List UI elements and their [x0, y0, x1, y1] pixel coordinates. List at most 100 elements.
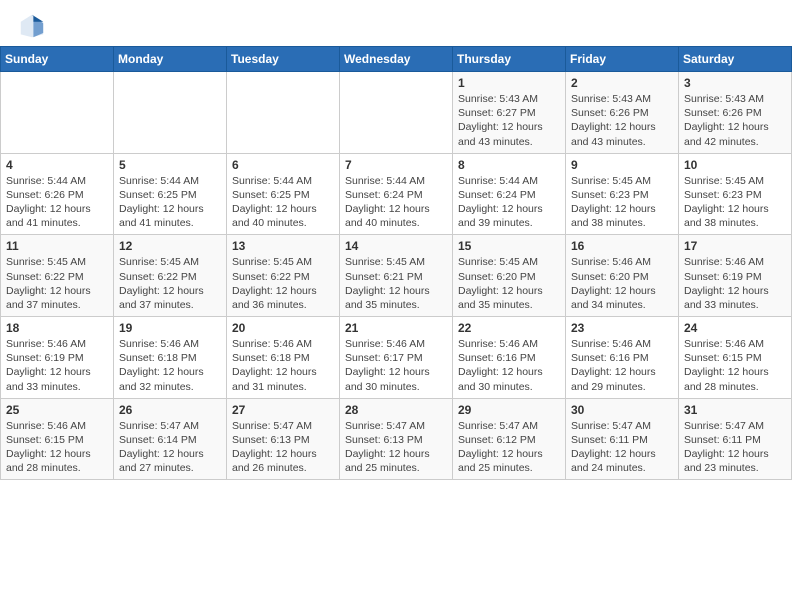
cell-date-number: 7	[345, 158, 447, 172]
page-header	[0, 0, 792, 46]
cell-daylight-info: Sunrise: 5:46 AM Sunset: 6:19 PM Dayligh…	[6, 337, 108, 394]
cell-daylight-info: Sunrise: 5:47 AM Sunset: 6:13 PM Dayligh…	[345, 419, 447, 476]
calendar-cell: 12Sunrise: 5:45 AM Sunset: 6:22 PM Dayli…	[114, 235, 227, 317]
cell-date-number: 29	[458, 403, 560, 417]
calendar-cell: 6 Sunrise: 5:44 AM Sunset: 6:25 PM Daylig…	[227, 153, 340, 235]
cell-date-number: 11	[6, 239, 108, 253]
day-header-wednesday: Wednesday	[340, 47, 453, 72]
calendar-cell: 3 Sunrise: 5:43 AM Sunset: 6:26 PM Daylig…	[679, 72, 792, 154]
cell-date-number: 2	[571, 76, 673, 90]
cell-date-number: 5	[119, 158, 221, 172]
calendar-cell: 15 Sunrise: 5:45 AM Sunset: 6:20 PM Dayli…	[453, 235, 566, 317]
cell-date-number: 3	[684, 76, 786, 90]
cell-date-number: 6	[232, 158, 334, 172]
day-header-thursday: Thursday	[453, 47, 566, 72]
logo-icon	[18, 12, 46, 40]
calendar-cell: 17Sunrise: 5:46 AM Sunset: 6:19 PM Dayli…	[679, 235, 792, 317]
cell-daylight-info: Sunrise: 5:45 AM Sunset: 6:21 PM Dayligh…	[345, 255, 447, 312]
calendar-cell	[227, 72, 340, 154]
cell-daylight-info: Sunrise: 5:43 AM Sunset: 6:26 PM Dayligh…	[684, 92, 786, 149]
cell-date-number: 27	[232, 403, 334, 417]
cell-date-number: 31	[684, 403, 786, 417]
cell-daylight-info: Sunrise: 5:46 AM Sunset: 6:18 PM Dayligh…	[119, 337, 221, 394]
cell-daylight-info: Sunrise: 5:46 AM Sunset: 6:15 PM Dayligh…	[684, 337, 786, 394]
calendar-cell: 26Sunrise: 5:47 AM Sunset: 6:14 PM Dayli…	[114, 398, 227, 480]
cell-date-number: 10	[684, 158, 786, 172]
calendar-cell: 8 Sunrise: 5:44 AM Sunset: 6:24 PM Daylig…	[453, 153, 566, 235]
calendar-week-4: 18 Sunrise: 5:46 AM Sunset: 6:19 PM Dayli…	[1, 317, 792, 399]
calendar-cell: 16Sunrise: 5:46 AM Sunset: 6:20 PM Dayli…	[566, 235, 679, 317]
day-header-saturday: Saturday	[679, 47, 792, 72]
cell-daylight-info: Sunrise: 5:46 AM Sunset: 6:18 PM Dayligh…	[232, 337, 334, 394]
calendar-cell: 11 Sunrise: 5:45 AM Sunset: 6:22 PM Dayli…	[1, 235, 114, 317]
calendar-cell	[340, 72, 453, 154]
cell-daylight-info: Sunrise: 5:45 AM Sunset: 6:23 PM Dayligh…	[684, 174, 786, 231]
calendar-cell: 28 Sunrise: 5:47 AM Sunset: 6:13 PM Dayli…	[340, 398, 453, 480]
calendar-table: SundayMondayTuesdayWednesdayThursdayFrid…	[0, 46, 792, 480]
cell-daylight-info: Sunrise: 5:45 AM Sunset: 6:22 PM Dayligh…	[232, 255, 334, 312]
cell-daylight-info: Sunrise: 5:44 AM Sunset: 6:24 PM Dayligh…	[458, 174, 560, 231]
calendar-cell: 9 Sunrise: 5:45 AM Sunset: 6:23 PM Daylig…	[566, 153, 679, 235]
calendar-cell: 30 Sunrise: 5:47 AM Sunset: 6:11 PM Dayli…	[566, 398, 679, 480]
cell-daylight-info: Sunrise: 5:47 AM Sunset: 6:12 PM Dayligh…	[458, 419, 560, 476]
cell-date-number: 24	[684, 321, 786, 335]
calendar-cell: 14Sunrise: 5:45 AM Sunset: 6:21 PM Dayli…	[340, 235, 453, 317]
cell-daylight-info: Sunrise: 5:46 AM Sunset: 6:15 PM Dayligh…	[6, 419, 108, 476]
calendar-cell: 7 Sunrise: 5:44 AM Sunset: 6:24 PM Daylig…	[340, 153, 453, 235]
cell-date-number: 25	[6, 403, 108, 417]
day-header-friday: Friday	[566, 47, 679, 72]
cell-date-number: 28	[345, 403, 447, 417]
logo	[18, 12, 50, 40]
cell-date-number: 1	[458, 76, 560, 90]
cell-date-number: 4	[6, 158, 108, 172]
cell-date-number: 21	[345, 321, 447, 335]
calendar-cell: 5 Sunrise: 5:44 AM Sunset: 6:25 PM Daylig…	[114, 153, 227, 235]
calendar-cell: 22 Sunrise: 5:46 AM Sunset: 6:16 PM Dayli…	[453, 317, 566, 399]
calendar-cell: 2Sunrise: 5:43 AM Sunset: 6:26 PM Daylig…	[566, 72, 679, 154]
cell-daylight-info: Sunrise: 5:44 AM Sunset: 6:25 PM Dayligh…	[119, 174, 221, 231]
calendar-cell: 1Sunrise: 5:43 AM Sunset: 6:27 PM Daylig…	[453, 72, 566, 154]
calendar-week-2: 4Sunrise: 5:44 AM Sunset: 6:26 PM Daylig…	[1, 153, 792, 235]
cell-date-number: 26	[119, 403, 221, 417]
calendar-header: SundayMondayTuesdayWednesdayThursdayFrid…	[1, 47, 792, 72]
cell-daylight-info: Sunrise: 5:45 AM Sunset: 6:20 PM Dayligh…	[458, 255, 560, 312]
day-header-sunday: Sunday	[1, 47, 114, 72]
cell-date-number: 15	[458, 239, 560, 253]
cell-daylight-info: Sunrise: 5:47 AM Sunset: 6:11 PM Dayligh…	[571, 419, 673, 476]
calendar-cell: 25 Sunrise: 5:46 AM Sunset: 6:15 PM Dayli…	[1, 398, 114, 480]
cell-date-number: 30	[571, 403, 673, 417]
cell-date-number: 18	[6, 321, 108, 335]
day-headers-row: SundayMondayTuesdayWednesdayThursdayFrid…	[1, 47, 792, 72]
calendar-cell: 19 Sunrise: 5:46 AM Sunset: 6:18 PM Dayli…	[114, 317, 227, 399]
calendar-cell: 23Sunrise: 5:46 AM Sunset: 6:16 PM Dayli…	[566, 317, 679, 399]
calendar-cell	[1, 72, 114, 154]
day-header-monday: Monday	[114, 47, 227, 72]
calendar-cell: 13 Sunrise: 5:45 AM Sunset: 6:22 PM Dayli…	[227, 235, 340, 317]
calendar-cell: 31 Sunrise: 5:47 AM Sunset: 6:11 PM Dayli…	[679, 398, 792, 480]
calendar-cell: 10 Sunrise: 5:45 AM Sunset: 6:23 PM Dayli…	[679, 153, 792, 235]
cell-date-number: 9	[571, 158, 673, 172]
calendar-cell: 18 Sunrise: 5:46 AM Sunset: 6:19 PM Dayli…	[1, 317, 114, 399]
cell-daylight-info: Sunrise: 5:44 AM Sunset: 6:24 PM Dayligh…	[345, 174, 447, 231]
cell-daylight-info: Sunrise: 5:45 AM Sunset: 6:23 PM Dayligh…	[571, 174, 673, 231]
day-header-tuesday: Tuesday	[227, 47, 340, 72]
cell-date-number: 13	[232, 239, 334, 253]
cell-daylight-info: Sunrise: 5:46 AM Sunset: 6:19 PM Dayligh…	[684, 255, 786, 312]
cell-daylight-info: Sunrise: 5:47 AM Sunset: 6:11 PM Dayligh…	[684, 419, 786, 476]
cell-date-number: 8	[458, 158, 560, 172]
cell-date-number: 19	[119, 321, 221, 335]
cell-date-number: 16	[571, 239, 673, 253]
cell-daylight-info: Sunrise: 5:47 AM Sunset: 6:13 PM Dayligh…	[232, 419, 334, 476]
calendar-cell: 29 Sunrise: 5:47 AM Sunset: 6:12 PM Dayli…	[453, 398, 566, 480]
calendar-cell: 4Sunrise: 5:44 AM Sunset: 6:26 PM Daylig…	[1, 153, 114, 235]
calendar-cell: 24 Sunrise: 5:46 AM Sunset: 6:15 PM Dayli…	[679, 317, 792, 399]
cell-daylight-info: Sunrise: 5:46 AM Sunset: 6:16 PM Dayligh…	[458, 337, 560, 394]
cell-daylight-info: Sunrise: 5:44 AM Sunset: 6:25 PM Dayligh…	[232, 174, 334, 231]
calendar-cell: 27 Sunrise: 5:47 AM Sunset: 6:13 PM Dayli…	[227, 398, 340, 480]
calendar-cell: 21Sunrise: 5:46 AM Sunset: 6:17 PM Dayli…	[340, 317, 453, 399]
calendar-cell: 20 Sunrise: 5:46 AM Sunset: 6:18 PM Dayli…	[227, 317, 340, 399]
cell-date-number: 22	[458, 321, 560, 335]
cell-daylight-info: Sunrise: 5:45 AM Sunset: 6:22 PM Dayligh…	[6, 255, 108, 312]
cell-daylight-info: Sunrise: 5:45 AM Sunset: 6:22 PM Dayligh…	[119, 255, 221, 312]
cell-date-number: 20	[232, 321, 334, 335]
